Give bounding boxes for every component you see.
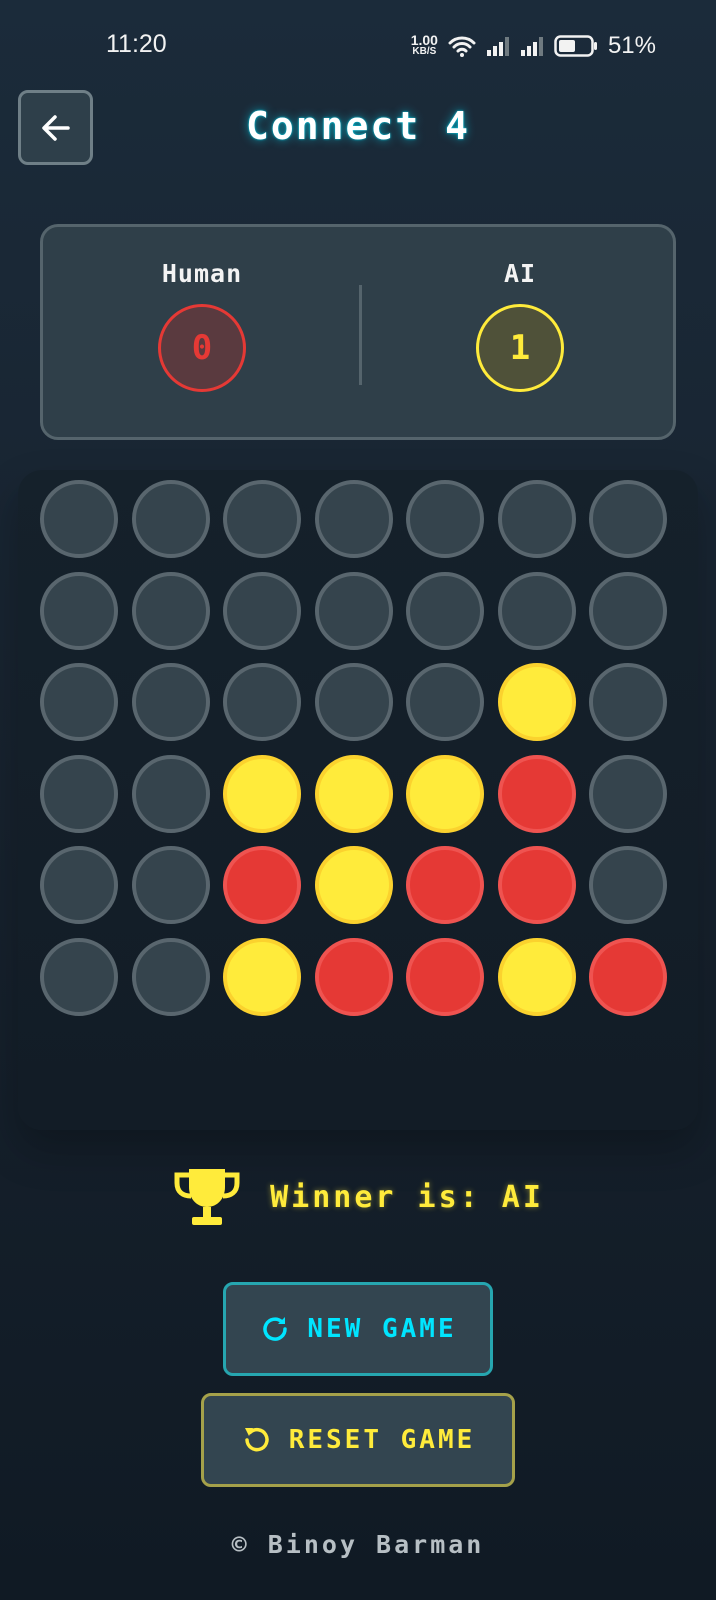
status-bar: 11:20 1.00 KB/S 51% xyxy=(0,0,716,92)
battery-percent: 51% xyxy=(607,32,656,59)
reset-icon xyxy=(244,1427,269,1452)
board-disc-red[interactable] xyxy=(406,937,484,1016)
winner-banner: Winner is: AI xyxy=(0,1162,716,1232)
signal-icon xyxy=(486,37,509,56)
board-cell-empty[interactable] xyxy=(223,480,301,558)
status-icons: 1.00 KB/S 51% xyxy=(411,30,656,62)
new-game-label: NEW GAME xyxy=(307,1314,457,1344)
board-cell-empty[interactable] xyxy=(40,754,118,833)
human-score-label: Human xyxy=(161,259,243,288)
board-cell-empty[interactable] xyxy=(589,571,667,650)
board-cell-empty[interactable] xyxy=(497,480,576,558)
status-time: 11:20 xyxy=(106,30,167,58)
board-disc-yellow[interactable] xyxy=(497,663,576,741)
board-cell-empty[interactable] xyxy=(589,480,667,558)
board-cell-empty[interactable] xyxy=(314,480,393,558)
board-disc-yellow[interactable] xyxy=(314,846,393,924)
refresh-icon xyxy=(263,1317,288,1341)
board-disc-yellow[interactable] xyxy=(223,754,301,833)
network-speed-unit: KB/S xyxy=(412,46,437,57)
board-cell-empty[interactable] xyxy=(314,663,393,741)
new-game-button[interactable]: NEW GAME xyxy=(223,1282,493,1376)
board-cell-empty[interactable] xyxy=(589,846,667,924)
battery-icon xyxy=(554,35,597,57)
signal-icon xyxy=(520,37,543,56)
board-cell-empty[interactable] xyxy=(131,846,210,924)
wifi-icon xyxy=(448,36,476,57)
page-title: Connect 4 xyxy=(246,104,470,148)
board-cell-empty[interactable] xyxy=(131,480,210,558)
board-disc-red[interactable] xyxy=(589,937,667,1016)
board-cell-empty[interactable] xyxy=(40,937,118,1016)
board-cell-empty[interactable] xyxy=(131,571,210,650)
score-card: Human 0 AI 1 xyxy=(40,224,676,440)
board-cell-empty[interactable] xyxy=(40,663,118,741)
board-disc-red[interactable] xyxy=(314,937,393,1016)
board-cell-empty[interactable] xyxy=(406,480,484,558)
board-cell-empty[interactable] xyxy=(40,571,118,650)
board-cell-empty[interactable] xyxy=(131,663,210,741)
reset-game-label: RESET GAME xyxy=(288,1425,476,1455)
board-cell-empty[interactable] xyxy=(497,571,576,650)
trophy-icon xyxy=(174,1169,240,1225)
board-disc-yellow[interactable] xyxy=(223,937,301,1016)
board-disc-red[interactable] xyxy=(406,846,484,924)
board-disc-yellow[interactable] xyxy=(314,754,393,833)
board-cell-empty[interactable] xyxy=(131,754,210,833)
board-cell-empty[interactable] xyxy=(406,571,484,650)
board-disc-red[interactable] xyxy=(497,754,576,833)
board-cell-empty[interactable] xyxy=(589,663,667,741)
game-board xyxy=(18,470,698,1130)
board-cell-empty[interactable] xyxy=(40,480,118,558)
human-score-value: 0 xyxy=(158,304,246,392)
board-disc-red[interactable] xyxy=(223,846,301,924)
network-speed-value: 1.00 xyxy=(410,32,438,48)
footer-credit: © Binoy Barman xyxy=(231,1530,485,1559)
ai-score: AI 1 xyxy=(361,227,679,443)
board-disc-yellow[interactable] xyxy=(406,754,484,833)
ai-score-value: 1 xyxy=(476,304,564,392)
network-speed: 1.00 KB/S xyxy=(410,32,438,58)
board-cell-empty[interactable] xyxy=(131,937,210,1016)
human-score: Human 0 xyxy=(43,227,361,443)
reset-game-button[interactable]: RESET GAME xyxy=(201,1393,515,1487)
ai-score-label: AI xyxy=(503,259,537,288)
board-cell-empty[interactable] xyxy=(223,663,301,741)
board-cell-empty[interactable] xyxy=(40,846,118,924)
board-cell-empty[interactable] xyxy=(589,754,667,833)
board-cell-empty[interactable] xyxy=(406,663,484,741)
winner-text: Winner is: AI xyxy=(270,1179,544,1215)
board-disc-red[interactable] xyxy=(497,846,576,924)
board-disc-yellow[interactable] xyxy=(497,937,576,1016)
board-cell-empty[interactable] xyxy=(314,571,393,650)
board-cell-empty[interactable] xyxy=(223,571,301,650)
